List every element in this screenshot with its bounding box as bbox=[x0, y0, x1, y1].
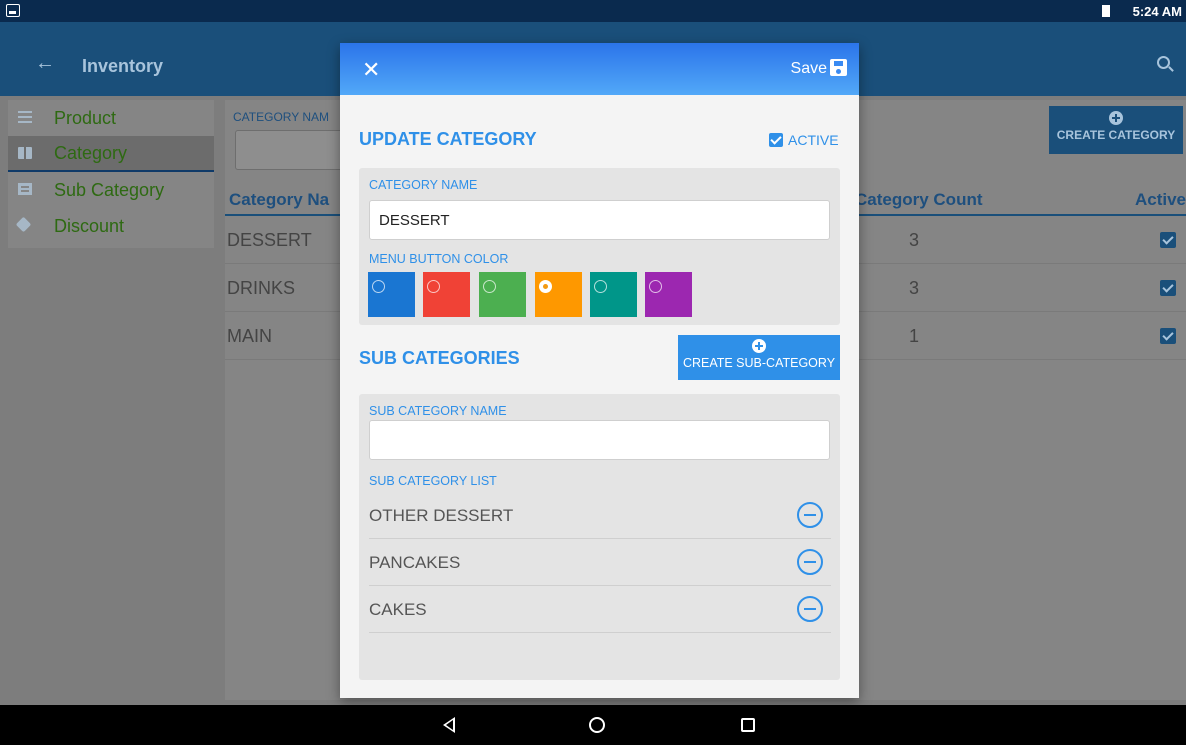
dialog-title: UPDATE CATEGORY bbox=[359, 129, 537, 149]
sidebar-item-label: Product bbox=[54, 107, 117, 128]
sidebar-item-label: Category bbox=[54, 142, 128, 163]
battery-icon bbox=[1102, 5, 1110, 17]
radio-button[interactable] bbox=[649, 280, 662, 293]
search-icon[interactable] bbox=[1157, 56, 1170, 69]
category-name-label: CATEGORY NAME bbox=[369, 178, 478, 192]
color-swatch-orange[interactable] bbox=[535, 272, 582, 317]
sub-category-name: CAKES bbox=[369, 600, 427, 619]
category-name-cell: DRINKS bbox=[227, 278, 296, 298]
sub-category-list-label: SUB CATEGORY LIST bbox=[369, 474, 497, 488]
sub-category-name-label: SUB CATEGORY NAME bbox=[369, 404, 507, 418]
radio-button[interactable] bbox=[372, 280, 385, 293]
nav-home-icon[interactable] bbox=[589, 717, 605, 733]
menu-button-color-label: MENU BUTTON COLOR bbox=[369, 252, 509, 266]
active-label[interactable]: ACTIVE bbox=[788, 132, 839, 148]
save-button[interactable]: Save bbox=[791, 60, 827, 78]
column-header-name[interactable]: Category Na bbox=[229, 190, 329, 210]
column-header-count[interactable]: Category Count bbox=[855, 190, 983, 210]
sidebar-item-label: Sub Category bbox=[54, 179, 165, 200]
nav-back-icon[interactable] bbox=[443, 717, 455, 733]
sidebar-item-category[interactable]: Category bbox=[8, 136, 214, 172]
list-item: CAKES bbox=[369, 586, 831, 633]
color-swatch-teal[interactable] bbox=[590, 272, 637, 317]
plus-circle-icon bbox=[1109, 111, 1123, 125]
active-checkbox[interactable] bbox=[1160, 232, 1176, 248]
navigation-bar bbox=[0, 705, 1186, 745]
remove-circle-icon[interactable] bbox=[797, 596, 823, 622]
active-checkbox[interactable] bbox=[1160, 328, 1176, 344]
create-category-button[interactable]: CREATE CATEGORY bbox=[1049, 106, 1183, 154]
color-swatch-blue[interactable] bbox=[368, 272, 415, 317]
category-count-cell: 3 bbox=[909, 278, 920, 298]
sub-categories-card: SUB CATEGORY NAME SUB CATEGORY LIST OTHE… bbox=[359, 394, 840, 680]
nav-recents-icon[interactable] bbox=[741, 718, 755, 732]
category-name-cell: DESSERT bbox=[227, 230, 312, 250]
category-count-cell: 3 bbox=[909, 230, 920, 250]
radio-button[interactable] bbox=[483, 280, 496, 293]
tag-icon bbox=[15, 216, 32, 233]
category-name-field[interactable]: DESSERT bbox=[369, 200, 830, 240]
active-checkbox[interactable] bbox=[769, 133, 783, 147]
sub-category-name-field[interactable] bbox=[369, 420, 830, 460]
remove-circle-icon[interactable] bbox=[797, 549, 823, 575]
status-bar: 5:24 AM bbox=[0, 0, 1186, 22]
sub-category-name: OTHER DESSERT bbox=[369, 506, 514, 525]
category-name-cell: MAIN bbox=[227, 326, 272, 346]
color-swatch-red[interactable] bbox=[423, 272, 470, 317]
remove-circle-icon[interactable] bbox=[797, 502, 823, 528]
color-swatch-green[interactable] bbox=[479, 272, 526, 317]
list-item: PANCAKES bbox=[369, 539, 831, 586]
status-time: 5:24 AM bbox=[1132, 4, 1182, 19]
image-icon bbox=[6, 4, 20, 17]
list-icon bbox=[18, 111, 32, 123]
create-category-label: CREATE CATEGORY bbox=[1056, 128, 1176, 142]
category-name-filter-label: CATEGORY NAM bbox=[233, 110, 330, 124]
arrow-left-icon[interactable]: ← bbox=[35, 52, 55, 75]
sidebar-item-label: Discount bbox=[54, 215, 125, 236]
sidebar-item-product[interactable]: Product bbox=[8, 100, 214, 136]
sub-category-name: PANCAKES bbox=[369, 553, 461, 572]
radio-button-selected[interactable] bbox=[539, 280, 552, 293]
radio-button[interactable] bbox=[427, 280, 440, 293]
floppy-disk-icon[interactable] bbox=[830, 59, 847, 76]
close-icon[interactable]: ✕ bbox=[362, 57, 380, 83]
sidebar-item-sub-category[interactable]: Sub Category bbox=[8, 172, 214, 208]
update-category-dialog: ✕ Save UPDATE CATEGORY ACTIVE CATEGORY N… bbox=[340, 43, 859, 698]
category-details-card: CATEGORY NAME DESSERT MENU BUTTON COLOR bbox=[359, 168, 840, 325]
create-sub-category-button[interactable]: CREATE SUB-CATEGORY bbox=[678, 335, 840, 380]
book-icon bbox=[18, 147, 32, 159]
color-swatch-purple[interactable] bbox=[645, 272, 692, 317]
active-checkbox[interactable] bbox=[1160, 280, 1176, 296]
plus-circle-icon bbox=[752, 339, 766, 353]
create-sub-category-label: CREATE SUB-CATEGORY bbox=[682, 356, 836, 370]
category-name-filter-input[interactable] bbox=[235, 130, 345, 170]
list-item: OTHER DESSERT bbox=[369, 492, 831, 539]
sidebar-item-discount[interactable]: Discount bbox=[8, 208, 214, 244]
dialog-header: ✕ Save bbox=[340, 43, 859, 95]
sub-categories-title: SUB CATEGORIES bbox=[359, 348, 520, 368]
page-title: Inventory bbox=[82, 56, 164, 76]
sidebar: Product Category Sub Category Discount bbox=[8, 100, 214, 248]
column-header-active[interactable]: Active bbox=[1135, 190, 1186, 210]
radio-button[interactable] bbox=[594, 280, 607, 293]
category-count-cell: 1 bbox=[909, 326, 920, 346]
card-icon bbox=[18, 183, 32, 195]
